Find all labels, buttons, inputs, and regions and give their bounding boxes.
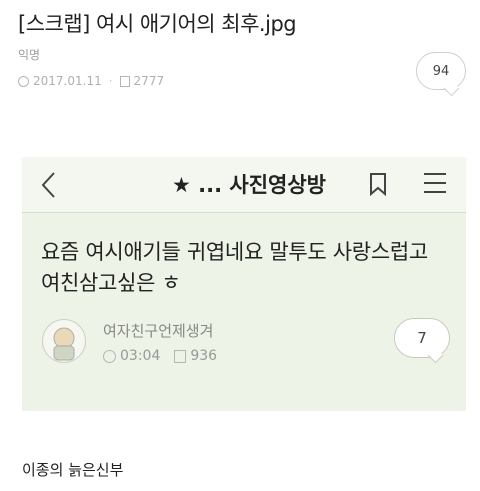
post-title: [스크랩] 여시 애기어의 최후.jpg [18, 12, 297, 36]
comment-count: 94 [432, 63, 450, 79]
bookmark-icon[interactable] [369, 172, 387, 196]
views-icon [119, 75, 130, 87]
comment-count-button[interactable]: 94 [416, 52, 466, 90]
screenshot-views: 936 [190, 348, 218, 364]
caption-text: 이종의 늙은신부 [22, 461, 124, 479]
avatar [42, 319, 86, 363]
post-date: 2017.01.11 [33, 74, 102, 88]
post-views: 2777 [133, 74, 165, 88]
screenshot-comment-count: 7 [417, 329, 427, 347]
avatar-image [53, 327, 75, 361]
embedded-screenshot: ★ ... 사진영상방 요즘 여시애기들 귀엽네요 말투도 사랑스럽고 여친삼고… [22, 157, 466, 411]
meta-separator: · [108, 74, 113, 88]
post-meta: 2017.01.11 · 2777 [18, 74, 164, 88]
screenshot-meta: 03:04 936 [103, 348, 217, 364]
screenshot-time: 03:04 [120, 348, 161, 364]
menu-icon[interactable] [424, 173, 446, 193]
back-icon[interactable] [39, 170, 59, 200]
screenshot-author[interactable]: 여자친구언제생겨 [103, 320, 213, 341]
views-icon [174, 349, 187, 363]
screenshot-post-text: 요즘 여시애기들 귀엽네요 말투도 사랑스럽고 여친삼고싶은 ㅎ [41, 240, 428, 295]
board-title: ★ ... 사진영상방 [172, 173, 326, 197]
screenshot-comment-button[interactable]: 7 [394, 318, 450, 358]
screenshot-topbar: ★ ... 사진영상방 [22, 157, 466, 213]
clock-icon [103, 349, 116, 363]
clock-icon [18, 75, 29, 87]
post-author[interactable]: 익명 [18, 46, 40, 63]
